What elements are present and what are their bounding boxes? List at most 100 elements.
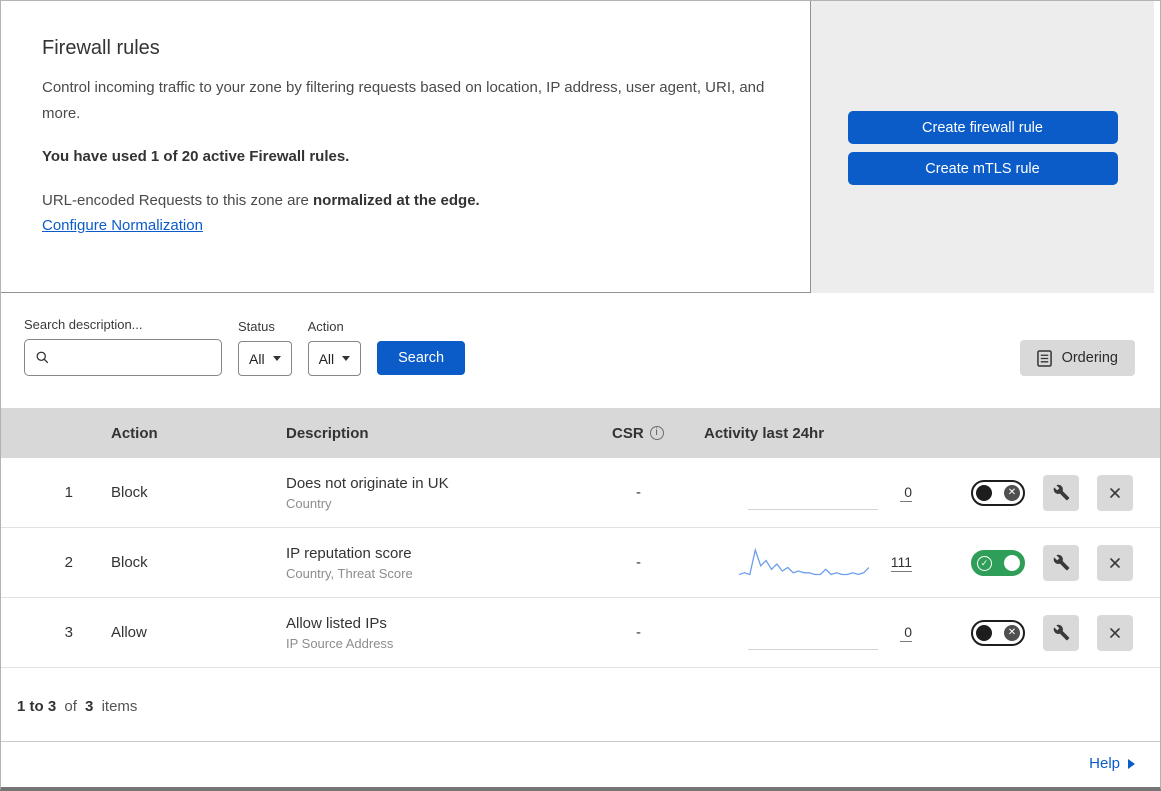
rule-controls: ✓ ✕ [936, 474, 1160, 511]
close-icon [1110, 487, 1120, 498]
rule-csr: - [636, 554, 641, 571]
page-title: Firewall rules [42, 37, 160, 59]
firewall-rules-page: Firewall rules Control incoming traffic … [0, 0, 1161, 791]
activity-count[interactable]: 111 [890, 554, 912, 572]
delete-rule-button[interactable] [1097, 544, 1133, 581]
rule-controls: ✓ ✕ [936, 614, 1160, 651]
wrench-icon [1053, 624, 1069, 641]
activity-cell: 111 [686, 546, 936, 580]
chevron-down-icon [272, 356, 281, 361]
activity-column-header: Activity last 24hr [704, 424, 825, 442]
rule-controls: ✓ ✕ [936, 544, 1160, 581]
toggle-knob [976, 484, 992, 501]
action-field: Action All [307, 319, 362, 376]
activity-count[interactable]: 0 [900, 624, 912, 642]
activity-cell: 0 [686, 476, 936, 510]
rule-action: Allow [111, 624, 147, 641]
action-label: Action [307, 319, 344, 334]
ordering-label: Ordering [1061, 350, 1118, 366]
configure-normalization-link[interactable]: Configure Normalization [42, 217, 203, 234]
action-dropdown[interactable]: All [307, 341, 362, 376]
search-field: Search description... [24, 317, 222, 376]
rule-action: Block [111, 554, 148, 571]
status-value: All [249, 350, 265, 367]
status-field: Status All [238, 319, 292, 376]
table-row: 3 Allow Allow listed IPs IP Source Addre… [1, 598, 1160, 668]
filter-bar: Search description... Status All Action … [1, 293, 1160, 408]
table-row: 1 Block Does not originate in UK Country… [1, 458, 1160, 528]
info-icon[interactable]: i [649, 426, 664, 440]
rule-description: Allow listed IPs [286, 614, 387, 632]
create-firewall-rule-button[interactable]: Create firewall rule [847, 111, 1118, 144]
edit-rule-button[interactable] [1043, 544, 1079, 581]
rule-description-cell: Allow listed IPs IP Source Address [266, 615, 591, 651]
x-icon: ✕ [1004, 624, 1020, 641]
search-button[interactable]: Search [377, 341, 466, 375]
search-input[interactable] [58, 349, 211, 366]
page-description: Control incoming traffic to your zone by… [42, 79, 765, 122]
description-column-header: Description [286, 424, 369, 442]
search-icon [36, 351, 49, 364]
help-label: Help [1089, 755, 1120, 772]
wrench-icon [1053, 554, 1069, 571]
create-mtls-rule-button[interactable]: Create mTLS rule [847, 152, 1118, 185]
edit-rule-button[interactable] [1043, 474, 1079, 511]
rule-enabled-toggle[interactable]: ✓ ✕ [971, 619, 1025, 646]
action-value: All [318, 350, 335, 367]
normalization-prefix: URL-encoded Requests to this zone are [42, 191, 309, 209]
ordering-list-icon [1036, 349, 1052, 367]
toggle-knob [1004, 554, 1020, 571]
items-word: items [101, 698, 138, 715]
rule-description: Does not originate in UK [286, 474, 449, 492]
activity-sparkline [748, 476, 878, 510]
table-header: Action Description CSR i Activity last 2… [1, 408, 1160, 458]
help-bar: Help [1, 741, 1160, 787]
rule-enabled-toggle[interactable]: ✓ ✕ [971, 479, 1025, 506]
rule-fields: Country [286, 495, 332, 511]
rule-priority: 3 [64, 624, 73, 641]
check-icon: ✓ [977, 555, 992, 571]
activity-cell: 0 [686, 616, 936, 650]
x-icon: ✕ [1004, 484, 1020, 501]
intro-card: Firewall rules Control incoming traffic … [1, 1, 811, 293]
close-icon [1110, 557, 1120, 568]
search-label: Search description... [24, 317, 143, 332]
usage-text: You have used 1 of 20 active Firewall ru… [42, 147, 350, 165]
rule-csr: - [636, 624, 641, 641]
actions-panel: Create firewall rule Create mTLS rule [811, 1, 1154, 293]
rule-csr: - [636, 484, 641, 501]
header-section: Firewall rules Control incoming traffic … [1, 1, 1160, 293]
close-icon [1110, 627, 1120, 638]
rule-enabled-toggle[interactable]: ✓ ✕ [971, 549, 1025, 576]
edit-rule-button[interactable] [1043, 614, 1079, 651]
activity-sparkline [748, 616, 878, 650]
rule-description: IP reputation score [286, 544, 412, 562]
items-total: 3 [85, 698, 94, 715]
normalization-text: URL-encoded Requests to this zone are no… [42, 192, 770, 209]
rule-description-cell: IP reputation score Country, Threat Scor… [266, 545, 591, 581]
activity-count[interactable]: 0 [900, 484, 912, 502]
rule-action: Block [111, 484, 148, 501]
activity-sparkline [738, 546, 869, 580]
toggle-knob [976, 624, 992, 641]
action-column-header: Action [111, 424, 158, 442]
wrench-icon [1053, 484, 1069, 501]
rule-fields: IP Source Address [286, 635, 394, 651]
rule-priority: 1 [64, 484, 73, 501]
delete-rule-button[interactable] [1097, 614, 1133, 651]
pagination-summary: 1 to 3 of 3 items [1, 668, 1160, 741]
arrow-right-icon [1128, 758, 1135, 769]
ordering-button[interactable]: Ordering [1019, 340, 1135, 376]
items-range: 1 to 3 [17, 698, 57, 715]
chevron-down-icon [342, 356, 351, 361]
normalization-bold: normalized at the edge. [313, 191, 480, 209]
rule-description-cell: Does not originate in UK Country [266, 475, 591, 511]
help-link[interactable]: Help [1089, 755, 1135, 772]
table-row: 2 Block IP reputation score Country, Thr… [1, 528, 1160, 598]
delete-rule-button[interactable] [1097, 474, 1133, 511]
status-dropdown[interactable]: All [238, 341, 292, 376]
csr-column-header: CSR i [591, 425, 686, 442]
search-box[interactable] [24, 339, 222, 376]
rule-priority: 2 [64, 554, 73, 571]
items-of: of [64, 698, 77, 715]
